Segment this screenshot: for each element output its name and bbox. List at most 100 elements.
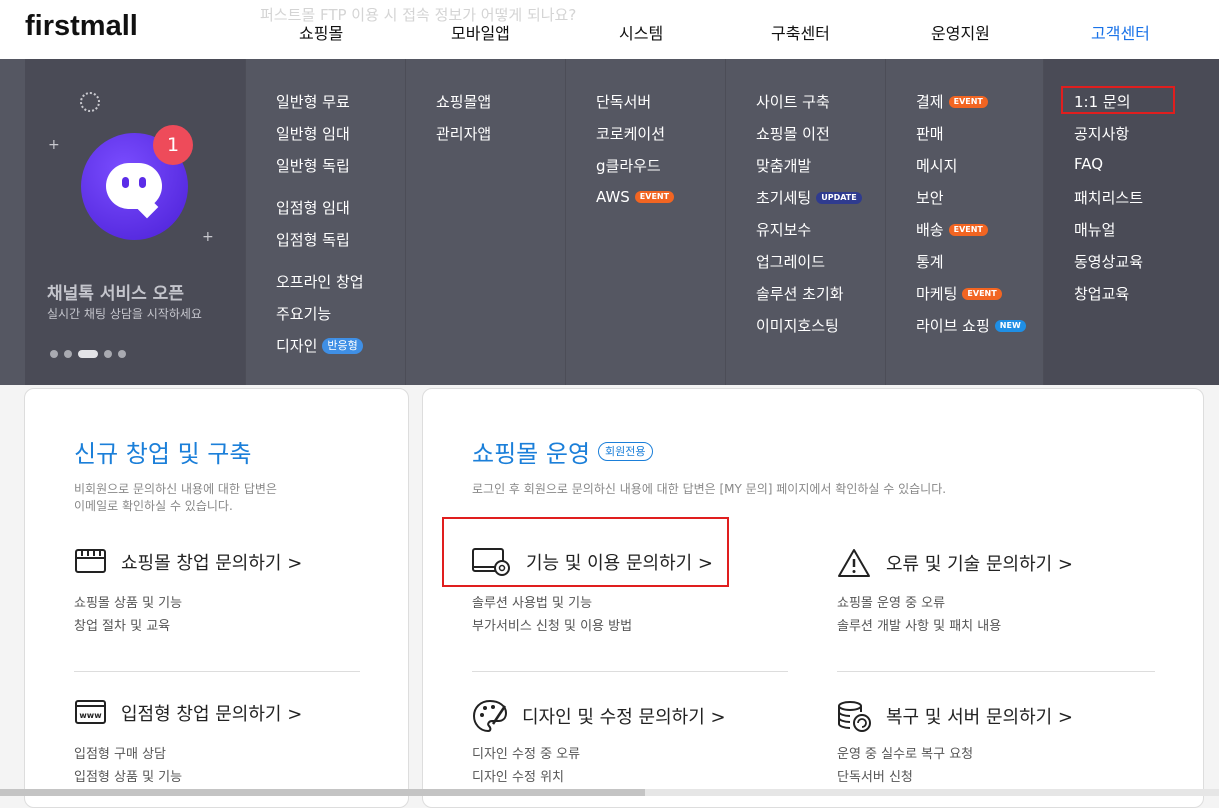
promo-title: 채널톡 서비스 오픈 [47,284,184,304]
card-desc: 로그인 후 회원으로 문의하신 내용에 대한 답변은 [MY 문의] 페이지에서… [472,482,947,496]
sub-item: 창업 절차 및 교육 [74,619,171,634]
market-startup-inquiry-link[interactable]: www 입점형 창업 문의하기 > [74,698,302,728]
nav-mobile-app[interactable]: 모바일앱 [451,20,510,44]
menu-label: AWS [596,188,630,206]
menu-link-security[interactable]: 보안 [916,187,944,208]
menu-link-offline[interactable]: 오프라인 창업 [276,271,364,292]
sub-item: 부가서비스 신청 및 이용 방법 [472,619,633,634]
error-tech-inquiry-link[interactable]: 오류 및 기술 문의하기 > [836,547,1073,579]
nav-ops-support[interactable]: 운영지원 [931,20,990,44]
menu-link-shop-free[interactable]: 일반형 무료 [276,91,350,112]
menu-label: 마케팅 [916,285,958,303]
menu-link-gcloud[interactable]: g클라우드 [596,155,661,176]
menu-col-mobile: 쇼핑몰앱 관리자앱 [405,59,565,385]
nav-customer-center[interactable]: 고객센터 [1091,20,1150,44]
sub-item: 디자인 수정 중 오류 [472,747,581,762]
www-browser-icon: www [75,700,106,724]
nav-system[interactable]: 시스템 [619,20,663,44]
menu-link-shipping[interactable]: 배송 EVENT [916,219,988,240]
card-title: 쇼핑몰 운영 회원전용 [472,434,653,469]
menu-link-shop-own[interactable]: 일반형 독립 [276,155,350,176]
inquiry-subs: 쇼핑몰 상품 및 기능 창업 절차 및 교육 [74,592,182,638]
menu-label: 통계 [916,253,944,271]
event-tag: EVENT [948,223,988,236]
menu-link-custom-dev[interactable]: 맞춤개발 [756,155,811,176]
shop-operation-card: 쇼핑몰 운영 회원전용 로그인 후 회원으로 문의하신 내용에 대한 답변은 [… [422,388,1204,808]
menu-link-shop-app[interactable]: 쇼핑몰앱 [436,91,491,112]
shop-startup-inquiry-link[interactable]: 쇼핑몰 창업 문의하기 > [74,547,302,577]
menu-link-notice[interactable]: 공지사항 [1074,123,1129,144]
nav-shoppingmall[interactable]: 쇼핑몰 [299,20,343,44]
menu-link-dedicated[interactable]: 단독서버 [596,91,651,112]
carousel-dot-active[interactable] [78,350,98,358]
plus-sparkle-icon: + [48,137,60,153]
restore-server-inquiry-link[interactable]: 복구 및 서버 문의하기 > [836,698,1073,734]
inquiry-subs: 디자인 수정 중 오류 디자인 수정 위치 [472,743,580,789]
menu-link-image-hosting[interactable]: 이미지호스팅 [756,315,839,336]
menu-label: 공지사항 [1074,125,1130,143]
carousel-dot[interactable] [64,350,72,358]
divider [74,671,360,672]
menu-link-message[interactable]: 메시지 [916,155,957,176]
menu-link-manual[interactable]: 매뉴얼 [1074,219,1115,240]
horizontal-scrollbar[interactable] [0,789,1219,796]
menu-link-admin-app[interactable]: 관리자앱 [436,123,491,144]
menu-label: FAQ [1074,155,1104,173]
card-desc-line1: 비회원으로 문의하신 내용에 대한 답변은 [74,482,277,496]
design-edit-inquiry-link[interactable]: 디자인 및 수정 문의하기 > [472,698,726,734]
menu-label: 보안 [916,189,944,207]
menu-link-initial-setup[interactable]: 초기세팅 UPDATE [756,187,862,208]
top-header: firstmall 퍼스트몰 FTP 이용 시 접속 정보가 어떻게 되나요? … [0,0,1219,59]
menu-label: 일반형 임대 [276,125,350,143]
menu-link-design[interactable]: 디자인 반응형 [276,335,363,356]
menu-link-market-own[interactable]: 입점형 독립 [276,229,350,250]
menu-link-aws[interactable]: AWS EVENT [596,188,675,206]
sub-item: 솔루션 사용법 및 기능 [472,596,593,611]
menu-link-stats[interactable]: 통계 [916,251,944,272]
menu-link-faq[interactable]: FAQ [1074,155,1103,173]
menu-link-migration[interactable]: 쇼핑몰 이전 [756,123,830,144]
menu-label: 디자인 [276,337,318,355]
svg-text:www: www [79,711,102,720]
menu-link-maintenance[interactable]: 유지보수 [756,219,811,240]
sub-item: 디자인 수정 위치 [472,770,564,785]
menu-link-patch-list[interactable]: 패치리스트 [1074,187,1143,208]
menu-link-live-shopping[interactable]: 라이브 쇼핑 NEW [916,315,1026,336]
menu-link-sales[interactable]: 판매 [916,123,944,144]
carousel-dot[interactable] [118,350,126,358]
inquiry-label: 복구 및 서버 문의하기 > [886,707,1074,728]
inquiry-subs: 솔루션 사용법 및 기능 부가서비스 신청 및 이용 방법 [472,592,632,638]
scrollbar-thumb[interactable] [0,789,645,796]
menu-label: 판매 [916,125,944,143]
menu-label: 초기세팅 [756,189,812,207]
carousel-dot[interactable] [50,350,58,358]
menu-link-video-edu[interactable]: 동영상교육 [1074,251,1143,272]
menu-label: 주요기능 [276,305,332,323]
menu-link-payment[interactable]: 결제 EVENT [916,91,988,112]
menu-link-colocation[interactable]: 코로케이션 [596,123,665,144]
menu-label: 창업교육 [1074,285,1130,303]
chat-eye-right [139,177,146,188]
menu-link-features[interactable]: 주요기능 [276,303,331,324]
responsive-tag: 반응형 [322,337,363,354]
menu-link-site-build[interactable]: 사이트 구축 [756,91,830,112]
menu-link-startup-edu[interactable]: 창업교육 [1074,283,1129,304]
inquiry-label: 디자인 및 수정 문의하기 > [522,707,726,728]
promo-subtitle: 실시간 채팅 상담을 시작하세요 [47,307,202,321]
carousel-dot[interactable] [104,350,112,358]
menu-link-marketing[interactable]: 마케팅 EVENT [916,283,1002,304]
menu-link-shop-rent[interactable]: 일반형 임대 [276,123,350,144]
menu-label: 관리자앱 [436,125,492,143]
nav-build-center[interactable]: 구축센터 [771,20,830,44]
sub-item: 운영 중 실수로 복구 요청 [837,747,974,762]
menu-link-reset[interactable]: 솔루션 초기화 [756,283,844,304]
sub-item: 입점형 상품 및 기능 [74,770,183,785]
mega-menu: + + 1 채널톡 서비스 오픈 실시간 채팅 상담을 시작하세요 일반형 무료… [0,59,1219,385]
menu-label: 결제 [916,93,944,111]
menu-label: 일반형 독립 [276,157,350,175]
promo-banner[interactable]: + + 1 채널톡 서비스 오픈 실시간 채팅 상담을 시작하세요 [25,59,245,385]
firstmall-logo[interactable]: firstmall [25,10,138,43]
menu-link-upgrade[interactable]: 업그레이드 [756,251,825,272]
menu-link-market-rent[interactable]: 입점형 임대 [276,197,350,218]
warning-triangle-icon [838,549,870,577]
